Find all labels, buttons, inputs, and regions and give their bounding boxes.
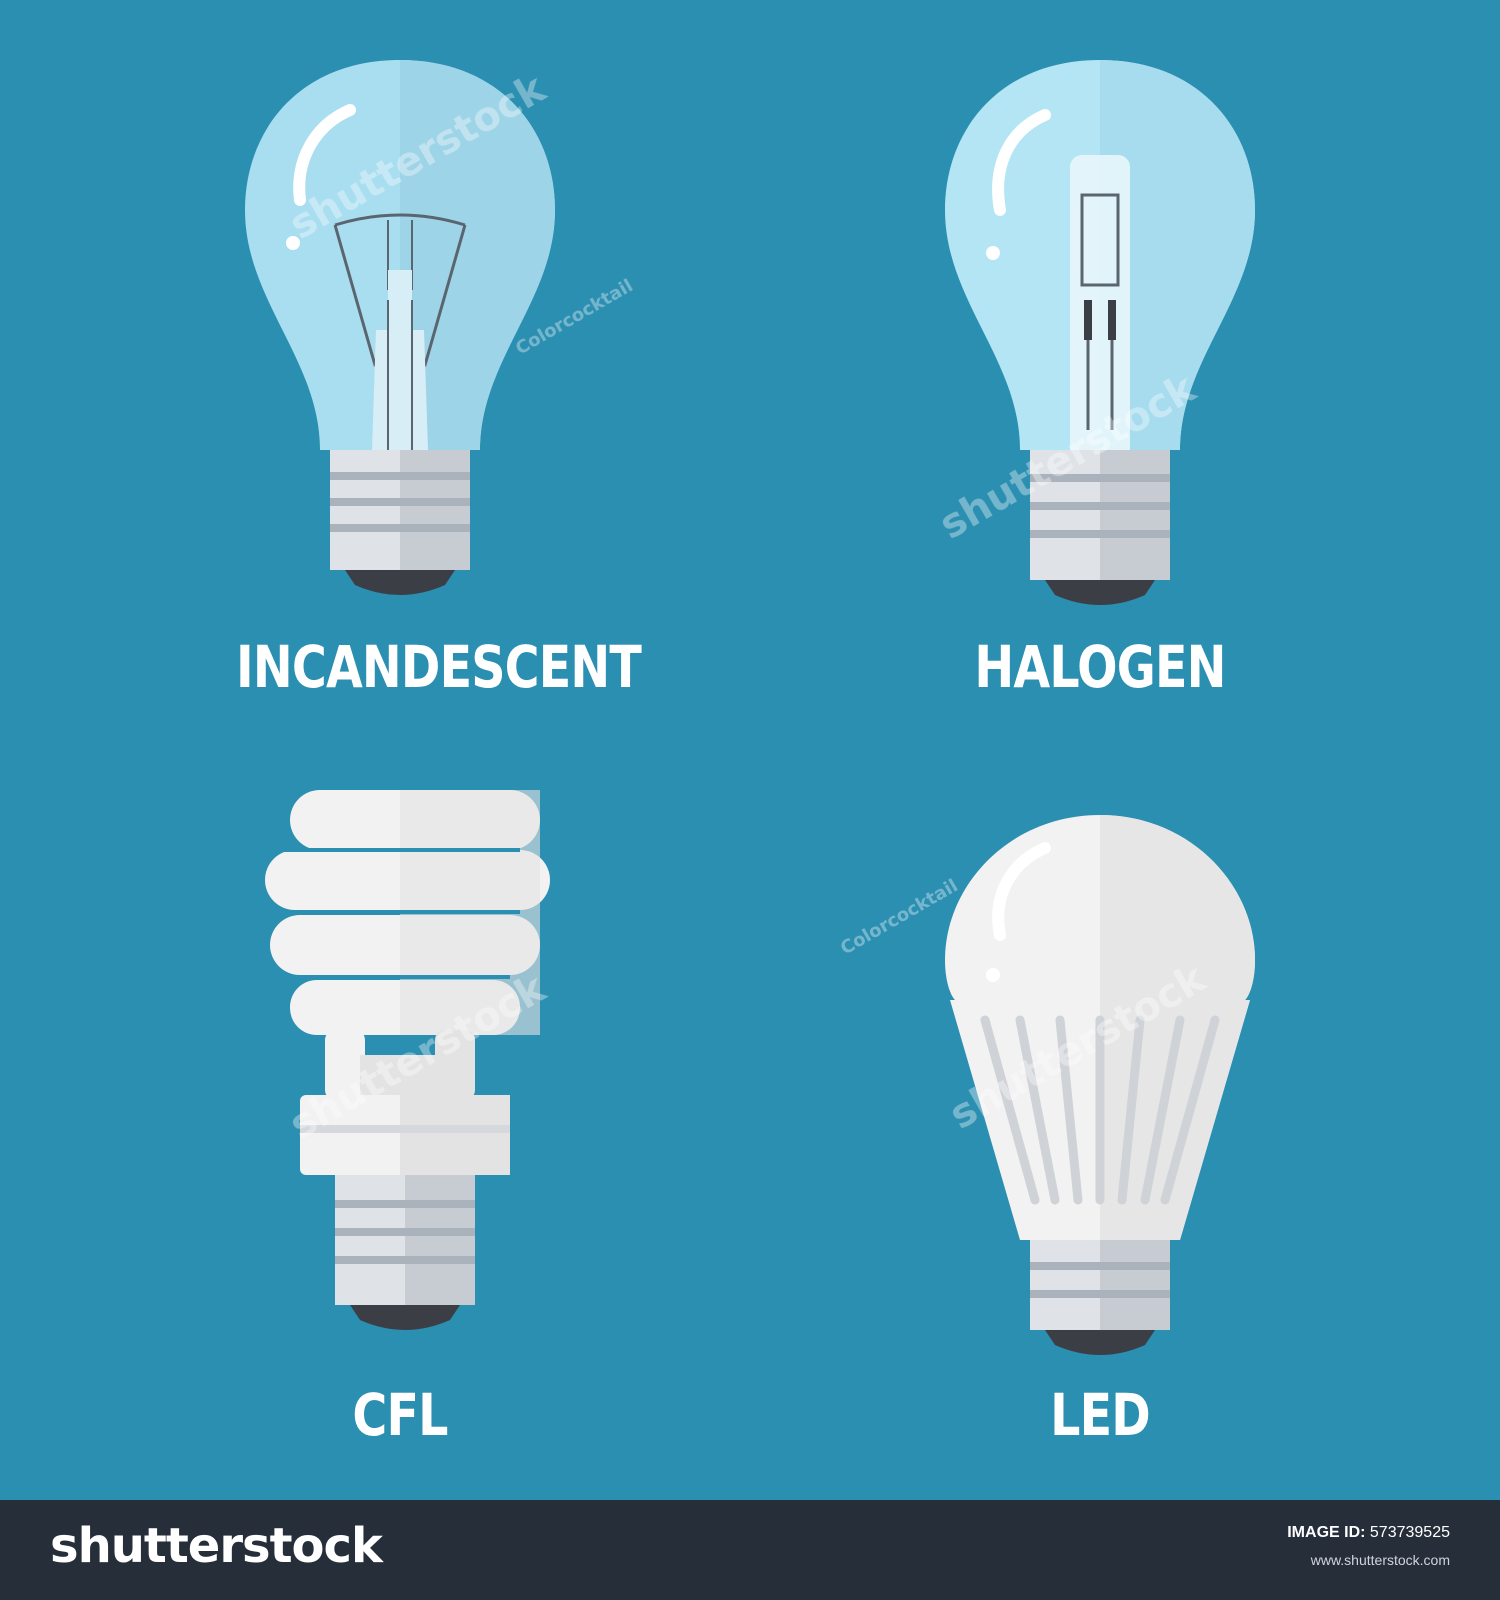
illustration: shutterstock shutterstock shutterstock s… — [0, 0, 1500, 1600]
shutterstock-logo: shutterstock — [50, 1518, 383, 1574]
footer-url: www.shutterstock.com — [1310, 1552, 1450, 1568]
incandescent-label: INCANDESCENT — [236, 633, 642, 701]
image-id-value: 573739525 — [1369, 1524, 1450, 1541]
footer-bar: shutterstock IMAGE ID: 573739525 www.shu… — [0, 1500, 1500, 1600]
bulbs-illustration: shutterstock shutterstock shutterstock s… — [0, 0, 1500, 1500]
cfl-label: CFL — [352, 1381, 448, 1449]
image-id: IMAGE ID: 573739525 — [1287, 1524, 1450, 1542]
image-id-label: IMAGE ID: — [1287, 1524, 1366, 1541]
halogen-label: HALOGEN — [974, 633, 1226, 701]
led-label: LED — [1050, 1381, 1151, 1449]
